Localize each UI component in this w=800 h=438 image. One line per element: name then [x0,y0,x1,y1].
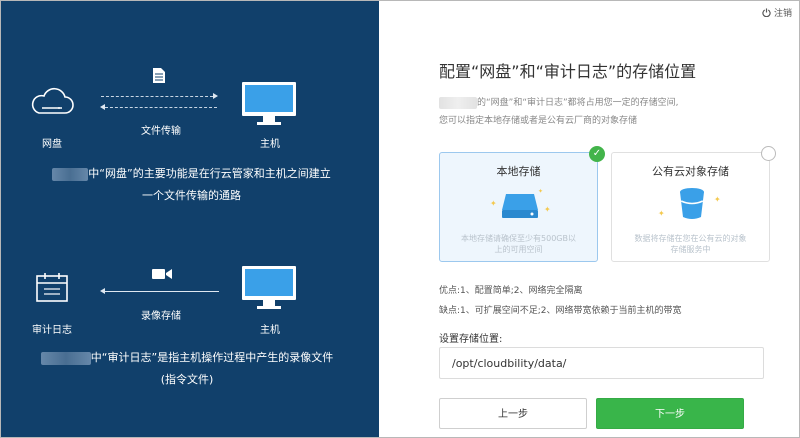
pros-text: 优点:1、配置简单;2、网络完全隔离 [439,286,583,296]
host-label: 主机 [260,325,280,336]
subtitle-line-2: 您可以指定本地存储或者是公有云厂商的对象存储 [439,116,638,126]
prev-step-button[interactable]: 上一步 [439,398,587,429]
calendar-icon [36,273,68,302]
sparkle-icon: ✦ [544,205,551,214]
sparkle-icon: ✦ [538,188,544,195]
cloud-storage-card[interactable]: 公有云对象存储 ✦ ✦ 数据将存储在您在公有云的对象 存储服务中 [611,152,770,262]
storage-path-label: 设置存储位置: [439,334,503,345]
hard-drive-icon [502,194,538,218]
local-storage-card[interactable]: 本地存储 ✦ ✦ ✦ 本地存储请确保至少有500GB以 上的可用空间 [439,152,598,262]
cloud-icon [31,87,74,114]
logout-button[interactable]: 注销 [762,6,792,19]
file-transfer-label: 文件传输 [141,126,181,137]
arrow-left-icon [100,104,105,110]
cloud-storage-desc: 数据将存储在您在公有云的对象 存储服务中 [634,234,747,254]
transfer-arrow-line [105,107,217,108]
logout-label: 注销 [773,9,792,19]
redacted-text [439,96,477,109]
subtitle-line-1: 的“网盘”和“审计日志”都将占用您一定的存储空间, [439,95,679,109]
video-camera-icon [152,269,172,279]
intro-panel: 网盘 文件传输 主机 中“网盘”的主要功能是在行云管家和主机之间建立 一个文件传… [1,1,379,437]
local-storage-title: 本地存储 [496,165,541,178]
netdisk-description: 中“网盘”的主要功能是在行云管家和主机之间建立 一个文件传输的通路 [19,163,364,207]
cons-text: 缺点:1、可扩展空间不足;2、网络带宽依赖于当前主机的带宽 [439,306,682,316]
power-icon [762,8,771,17]
monitor-icon [242,266,296,309]
checkmark-icon: ✓ [589,146,605,162]
arrow-right-icon [213,93,218,99]
sparkle-icon: ✦ [658,209,665,218]
sparkle-icon: ✦ [714,195,721,204]
bucket-icon [680,188,704,219]
storage-path-input[interactable] [439,347,764,379]
sparkle-icon: ✦ [490,199,497,208]
redacted-text [40,351,91,365]
video-storage-label: 录像存储 [141,311,181,322]
transfer-arrow-line [101,96,213,97]
host-label: 主机 [260,139,280,150]
cloud-storage-title: 公有云对象存储 [652,165,729,178]
cloud-storage-radio[interactable] [761,146,776,161]
next-step-button[interactable]: 下一步 [596,398,744,429]
monitor-icon [242,82,296,125]
audit-description: 中“审计日志”是指主机操作过程中产生的录像文件 (指令文件) [7,347,367,391]
record-arrow-line [105,291,219,292]
redacted-text [52,167,89,181]
arrow-left-icon [100,288,105,294]
audit-log-label: 审计日志 [32,325,72,336]
netdisk-label: 网盘 [42,139,62,150]
document-icon [153,68,165,83]
local-storage-desc: 本地存储请确保至少有500GB以 上的可用空间 [461,234,576,254]
page-title: 配置“网盘”和“审计日志”的存储位置 [439,62,697,81]
